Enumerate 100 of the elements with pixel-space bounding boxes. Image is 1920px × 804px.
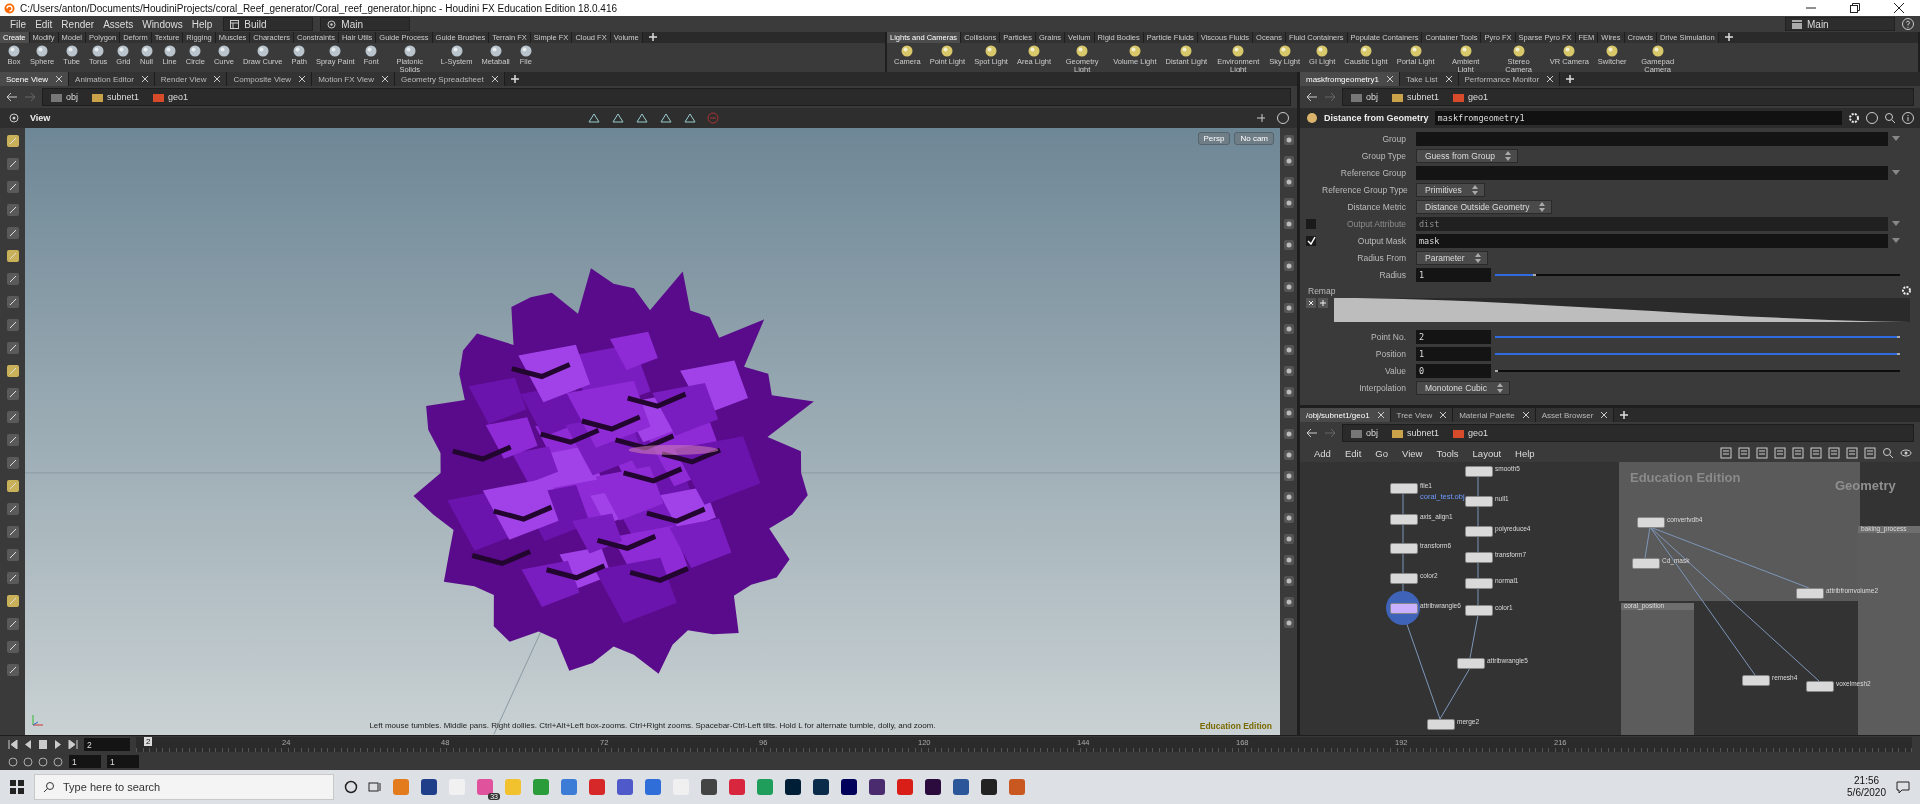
circle-icon[interactable] [344,780,358,794]
menu-item[interactable]: File [6,18,31,30]
pane-tab[interactable]: Render View [154,72,228,86]
tool-icon[interactable] [53,756,63,767]
plus-icon[interactable] [648,33,657,41]
tool-icon[interactable] [5,456,20,470]
tool-icon[interactable] [8,756,18,767]
tool-icon[interactable] [5,295,20,309]
node-icon[interactable] [1465,605,1493,616]
tool-icon[interactable] [1774,447,1786,459]
input-field[interactable]: dist [1416,216,1888,231]
eye-icon[interactable] [1900,447,1912,459]
input-field[interactable] [1416,131,1888,146]
tool-icon[interactable] [1756,447,1768,459]
tool-icon[interactable] [586,112,601,124]
menu-item[interactable]: Layout [1468,447,1506,459]
plus-icon[interactable] [1724,33,1733,41]
pane-tab[interactable]: Performance Monitor [1458,72,1561,86]
input-field[interactable]: 1 [1416,267,1491,282]
path-crumb[interactable]: obj [47,92,82,102]
app-icon[interactable] [868,778,886,796]
app-icon[interactable] [840,778,858,796]
dropdown[interactable]: Parameter [1416,250,1488,265]
menu-item[interactable]: Edit [31,18,57,30]
pane-tab[interactable]: /obj/subnet1/geo1 [1300,408,1391,422]
tool-icon[interactable] [1282,365,1295,377]
path-crumb[interactable]: obj [1347,428,1382,438]
node-icon[interactable] [1457,658,1485,669]
tool-icon[interactable] [1282,512,1295,524]
slider[interactable] [1495,369,1900,372]
caret-icon[interactable] [1892,220,1900,227]
dropdown[interactable]: Distance Outside Geometry [1416,199,1553,214]
pane-tab[interactable]: Scene View [0,72,70,86]
path-crumb[interactable]: geo1 [149,92,193,102]
node-icon[interactable] [1465,552,1493,563]
camera-menu-button[interactable]: No cam [1234,132,1274,145]
frame-field[interactable]: 2 [84,738,130,751]
caret-icon[interactable] [1892,169,1900,176]
notification-icon[interactable] [1896,780,1910,794]
tool-icon[interactable] [5,318,20,332]
menu-item[interactable]: Edit [1340,447,1366,459]
tool-icon[interactable] [1282,554,1295,566]
tool-icon[interactable] [1282,134,1295,146]
camera-menu-button[interactable]: Persp [1197,132,1231,145]
tool-icon[interactable] [1282,617,1295,629]
caret-icon[interactable] [1892,135,1900,142]
input-field[interactable]: 2 [1416,329,1491,344]
slider[interactable] [1495,352,1900,355]
pane-tab[interactable]: Material Palette [1453,408,1536,422]
tool-icon[interactable] [1282,281,1295,293]
close-icon[interactable] [1306,298,1316,308]
skip-start-icon[interactable] [8,740,18,749]
tool-icon[interactable] [5,640,20,654]
back-arrow-icon[interactable] [6,92,18,102]
node-icon[interactable] [1465,526,1493,537]
tool-icon[interactable] [5,157,20,171]
menu-item[interactable]: Windows [138,18,187,30]
node-icon[interactable] [1465,496,1493,507]
tool-icon[interactable] [1282,575,1295,587]
slider[interactable] [1495,273,1900,276]
plus-icon[interactable] [1620,411,1629,419]
tool-icon[interactable] [5,226,20,240]
tool-icon[interactable] [1810,447,1822,459]
tool-icon[interactable] [658,112,673,124]
tool-icon[interactable] [1282,239,1295,251]
node-icon[interactable] [1632,558,1660,569]
tool-icon[interactable] [1282,260,1295,272]
back-arrow-icon[interactable] [1306,92,1318,102]
plus-icon[interactable] [1318,298,1328,308]
pane-tab[interactable]: Tree View [1390,408,1454,422]
tool-icon[interactable] [1846,447,1858,459]
input-field[interactable]: 0 [1416,363,1491,378]
tool-icon[interactable] [5,364,20,378]
dropdown[interactable]: Guess from Group [1416,148,1518,163]
tool-icon[interactable] [5,134,20,148]
node-icon[interactable] [1806,681,1834,692]
node-icon[interactable] [1390,543,1418,554]
menu-item[interactable]: Help [1511,447,1539,459]
tool-icon[interactable] [5,502,20,516]
app-icon[interactable] [476,778,494,796]
tool-icon[interactable] [1828,447,1840,459]
gear-icon[interactable] [1848,112,1860,124]
tool-icon[interactable] [1282,596,1295,608]
tool-icon[interactable] [1282,470,1295,482]
app-icon[interactable] [784,778,802,796]
checkbox[interactable] [1306,235,1316,246]
tool-icon[interactable] [1282,491,1295,503]
tool-icon[interactable] [1864,447,1876,459]
tool-icon[interactable] [1282,302,1295,314]
slider[interactable] [1495,335,1900,338]
tool-icon[interactable] [682,112,697,124]
tool-icon[interactable] [5,571,20,585]
path-crumb[interactable]: subnet1 [1388,92,1444,102]
tool-icon[interactable] [5,433,20,447]
tool-icon[interactable] [1282,344,1295,356]
node-icon[interactable] [1390,573,1418,584]
menu-item[interactable]: View [1397,447,1427,459]
tool-icon[interactable] [5,548,20,562]
node-icon[interactable] [1427,719,1455,730]
node-icon[interactable] [1637,517,1665,528]
